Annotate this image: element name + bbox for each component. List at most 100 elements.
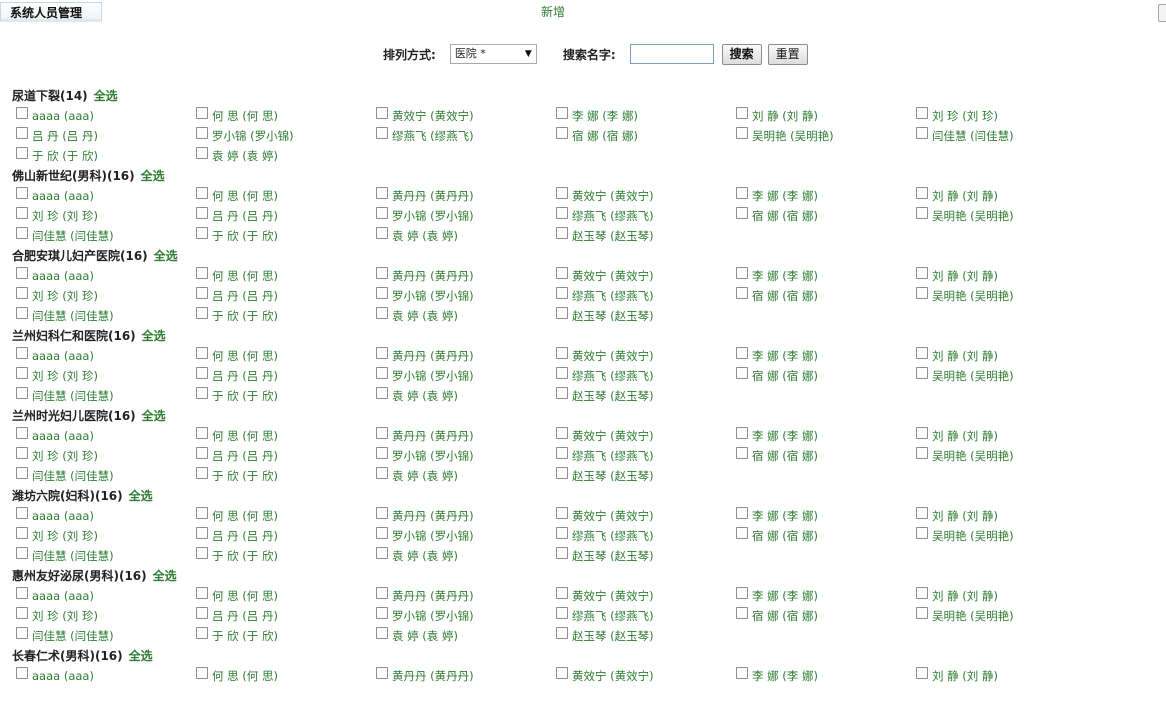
member-option[interactable]: 袁 婷 (袁 婷) — [376, 386, 556, 406]
member-checkbox[interactable] — [556, 127, 568, 139]
member-checkbox[interactable] — [16, 187, 28, 199]
member-checkbox[interactable] — [196, 587, 208, 599]
member-option[interactable]: 袁 婷 (袁 婷) — [376, 306, 556, 326]
member-option[interactable]: 宿 娜 (宿 娜) — [556, 126, 736, 146]
member-checkbox[interactable] — [556, 387, 568, 399]
member-option[interactable]: 宿 娜 (宿 娜) — [736, 286, 916, 306]
member-checkbox[interactable] — [16, 587, 28, 599]
member-checkbox[interactable] — [376, 447, 388, 459]
member-option[interactable]: 闫佳慧 (闫佳慧) — [916, 126, 1096, 146]
member-checkbox[interactable] — [376, 607, 388, 619]
member-option[interactable]: 李 娜 (李 娜) — [736, 346, 916, 366]
member-checkbox[interactable] — [736, 127, 748, 139]
member-option[interactable]: 李 娜 (李 娜) — [736, 586, 916, 606]
member-option[interactable]: 刘 珍 (刘 珍) — [16, 206, 196, 226]
edge-button[interactable] — [1158, 4, 1166, 22]
member-checkbox[interactable] — [196, 367, 208, 379]
member-checkbox[interactable] — [556, 447, 568, 459]
member-checkbox[interactable] — [16, 267, 28, 279]
member-checkbox[interactable] — [16, 427, 28, 439]
member-checkbox[interactable] — [196, 307, 208, 319]
member-checkbox[interactable] — [916, 287, 928, 299]
member-checkbox[interactable] — [556, 287, 568, 299]
member-option[interactable]: 刘 珍 (刘 珍) — [16, 446, 196, 466]
member-option[interactable]: 吕 丹 (吕 丹) — [196, 366, 376, 386]
member-option[interactable]: 宿 娜 (宿 娜) — [736, 526, 916, 546]
select-all-link[interactable]: 全选 — [129, 489, 153, 503]
member-option[interactable]: aaaa (aaa) — [16, 186, 196, 206]
member-checkbox[interactable] — [736, 187, 748, 199]
member-option[interactable]: 吴明艳 (吴明艳) — [916, 446, 1096, 466]
member-option[interactable]: 刘 静 (刘 静) — [736, 106, 916, 126]
member-option[interactable]: 袁 婷 (袁 婷) — [376, 466, 556, 486]
member-option[interactable]: 宿 娜 (宿 娜) — [736, 606, 916, 626]
member-checkbox[interactable] — [16, 507, 28, 519]
member-option[interactable]: 刘 静 (刘 静) — [916, 266, 1096, 286]
member-checkbox[interactable] — [16, 367, 28, 379]
member-option[interactable]: 黄效宁 (黄效宁) — [556, 346, 736, 366]
member-checkbox[interactable] — [16, 127, 28, 139]
member-checkbox[interactable] — [916, 107, 928, 119]
member-option[interactable]: 于 欣 (于 欣) — [196, 546, 376, 566]
member-checkbox[interactable] — [736, 587, 748, 599]
select-all-link[interactable]: 全选 — [154, 249, 178, 263]
member-option[interactable]: 缪燕飞 (缪燕飞) — [556, 526, 736, 546]
member-checkbox[interactable] — [196, 427, 208, 439]
member-checkbox[interactable] — [16, 547, 28, 559]
member-checkbox[interactable] — [916, 507, 928, 519]
member-checkbox[interactable] — [16, 207, 28, 219]
member-checkbox[interactable] — [196, 387, 208, 399]
member-option[interactable]: 李 娜 (李 娜) — [736, 266, 916, 286]
member-checkbox[interactable] — [916, 127, 928, 139]
member-checkbox[interactable] — [376, 107, 388, 119]
member-checkbox[interactable] — [556, 187, 568, 199]
member-option[interactable]: 赵玉琴 (赵玉琴) — [556, 306, 736, 326]
member-checkbox[interactable] — [376, 467, 388, 479]
member-checkbox[interactable] — [376, 627, 388, 639]
member-option[interactable]: 黄丹丹 (黄丹丹) — [376, 346, 556, 366]
member-checkbox[interactable] — [556, 347, 568, 359]
member-option[interactable]: 刘 静 (刘 静) — [916, 186, 1096, 206]
member-checkbox[interactable] — [556, 467, 568, 479]
member-option[interactable]: 黄丹丹 (黄丹丹) — [376, 666, 556, 686]
member-option[interactable]: 缪燕飞 (缪燕飞) — [556, 606, 736, 626]
member-checkbox[interactable] — [736, 107, 748, 119]
select-all-link[interactable]: 全选 — [141, 169, 165, 183]
member-option[interactable]: 刘 静 (刘 静) — [916, 586, 1096, 606]
member-option[interactable]: 罗小锦 (罗小锦) — [376, 526, 556, 546]
member-checkbox[interactable] — [736, 607, 748, 619]
member-checkbox[interactable] — [556, 627, 568, 639]
member-checkbox[interactable] — [736, 347, 748, 359]
member-option[interactable]: aaaa (aaa) — [16, 506, 196, 526]
member-checkbox[interactable] — [556, 367, 568, 379]
member-checkbox[interactable] — [556, 107, 568, 119]
select-all-link[interactable]: 全选 — [94, 89, 118, 103]
member-option[interactable]: aaaa (aaa) — [16, 666, 196, 686]
member-checkbox[interactable] — [556, 267, 568, 279]
member-checkbox[interactable] — [196, 347, 208, 359]
member-checkbox[interactable] — [376, 227, 388, 239]
member-checkbox[interactable] — [16, 307, 28, 319]
member-option[interactable]: 闫佳慧 (闫佳慧) — [16, 306, 196, 326]
member-option[interactable]: 罗小锦 (罗小锦) — [376, 206, 556, 226]
member-checkbox[interactable] — [916, 347, 928, 359]
member-option[interactable]: 吕 丹 (吕 丹) — [16, 126, 196, 146]
member-checkbox[interactable] — [16, 527, 28, 539]
member-option[interactable]: 黄效宁 (黄效宁) — [556, 586, 736, 606]
member-option[interactable]: aaaa (aaa) — [16, 106, 196, 126]
member-checkbox[interactable] — [376, 507, 388, 519]
member-option[interactable]: 何 思 (何 思) — [196, 586, 376, 606]
member-option[interactable]: 刘 静 (刘 静) — [916, 426, 1096, 446]
member-checkbox[interactable] — [736, 287, 748, 299]
member-option[interactable]: 缪燕飞 (缪燕飞) — [556, 286, 736, 306]
member-checkbox[interactable] — [916, 607, 928, 619]
member-checkbox[interactable] — [376, 207, 388, 219]
member-option[interactable]: 刘 珍 (刘 珍) — [916, 106, 1096, 126]
sort-select[interactable]: 医院 * ▼ — [449, 44, 537, 64]
member-checkbox[interactable] — [916, 207, 928, 219]
member-checkbox[interactable] — [736, 447, 748, 459]
select-all-link[interactable]: 全选 — [142, 329, 166, 343]
member-checkbox[interactable] — [16, 467, 28, 479]
member-option[interactable]: 黄丹丹 (黄丹丹) — [376, 586, 556, 606]
member-option[interactable]: 何 思 (何 思) — [196, 506, 376, 526]
